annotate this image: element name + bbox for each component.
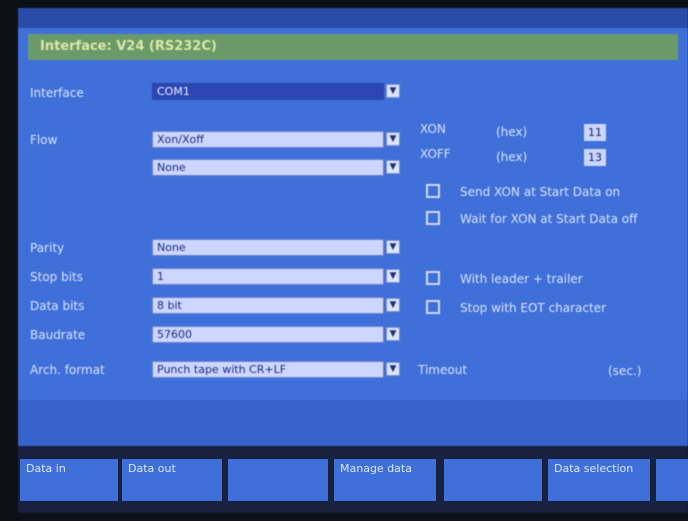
data-bits-label: Data bits — [30, 299, 85, 313]
baudrate-select[interactable]: 57600 — [152, 326, 384, 343]
softkey-3[interactable] — [228, 459, 328, 501]
arch-format-label: Arch. format — [30, 363, 105, 377]
stop-eot-checkbox[interactable] — [426, 300, 440, 314]
timeout-label: Timeout — [418, 363, 468, 377]
wait-xon-label: Wait for XON at Start Data off — [460, 212, 638, 226]
chevron-down-icon[interactable]: ▼ — [386, 160, 400, 174]
xoff-unit: (hex) — [496, 150, 528, 164]
send-xon-label: Send XON at Start Data on — [460, 185, 621, 199]
xon-unit: (hex) — [496, 125, 528, 139]
xon-label: XON — [420, 122, 446, 136]
empty-area — [18, 400, 688, 446]
interface-select[interactable]: COM1 — [152, 83, 384, 100]
softkey-data-out[interactable]: Data out — [122, 459, 222, 501]
chevron-down-icon[interactable]: ▼ — [386, 269, 400, 283]
stop-eot-label: Stop with EOT character — [460, 301, 607, 315]
stop-bits-select[interactable]: 1 — [152, 268, 384, 285]
softkey-5[interactable] — [444, 459, 542, 501]
xoff-label: XOFF — [420, 147, 451, 161]
softkey-manage-data[interactable]: Manage data — [334, 459, 436, 501]
baudrate-label: Baudrate — [30, 328, 86, 342]
chevron-down-icon[interactable]: ▼ — [386, 362, 400, 376]
interface-label: Interface — [30, 86, 84, 100]
softkey-data-selection[interactable]: Data selection — [548, 459, 650, 501]
chevron-down-icon[interactable]: ▼ — [386, 327, 400, 341]
leader-trailer-checkbox[interactable] — [426, 271, 440, 285]
chevron-down-icon[interactable]: ▼ — [386, 84, 400, 98]
top-strip — [18, 8, 688, 28]
data-bits-select[interactable]: 8 bit — [152, 297, 384, 314]
parity-select[interactable]: None — [152, 239, 384, 256]
chevron-down-icon[interactable]: ▼ — [386, 298, 400, 312]
flow-label: Flow — [30, 133, 58, 147]
xoff-value-field[interactable]: 13 — [584, 149, 606, 166]
leader-trailer-label: With leader + trailer — [460, 272, 583, 286]
flow2-select[interactable]: None — [152, 159, 384, 176]
xon-value-field[interactable]: 11 — [584, 124, 606, 141]
chevron-down-icon[interactable]: ▼ — [386, 240, 400, 254]
softkey-data-in[interactable]: Data in — [20, 459, 118, 501]
chevron-down-icon[interactable]: ▼ — [386, 132, 400, 146]
stop-bits-label: Stop bits — [30, 270, 84, 284]
wait-xon-checkbox[interactable] — [426, 211, 440, 225]
timeout-unit: (sec.) — [608, 364, 642, 378]
parity-label: Parity — [30, 241, 65, 255]
arch-format-select[interactable]: Punch tape with CR+LF — [152, 361, 384, 378]
page-title: Interface: V24 (RS232C) — [28, 34, 678, 60]
flow-select[interactable]: Xon/Xoff — [152, 131, 384, 148]
screen: Interface: V24 (RS232C) Interface COM1 ▼… — [18, 8, 688, 513]
send-xon-checkbox[interactable] — [426, 184, 440, 198]
softkey-7[interactable] — [656, 459, 688, 501]
